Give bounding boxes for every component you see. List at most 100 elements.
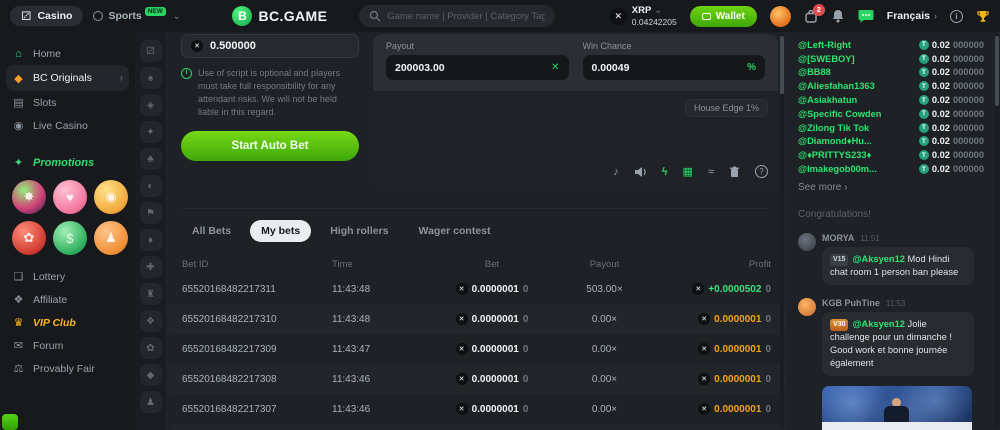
table-row[interactable]: 65520168482217309 11:43:47 ✕0.00000010 0… bbox=[168, 334, 785, 364]
game-icon[interactable]: ◆ bbox=[140, 364, 162, 386]
payout-value: 200003.00 bbox=[395, 62, 445, 74]
support-chat-button[interactable] bbox=[2, 414, 18, 430]
bet-id: 65520168482217308 bbox=[182, 374, 332, 385]
sidebar-item-vip-club[interactable]: ♛ VIP Club bbox=[0, 311, 135, 334]
see-more-link[interactable]: See more › bbox=[786, 176, 1000, 193]
game-icon[interactable]: ✦ bbox=[140, 121, 162, 143]
chat-bet-row[interactable]: @Imakegob00m...T0.02000000 bbox=[798, 162, 984, 176]
chat-toggle-button[interactable] bbox=[858, 9, 874, 23]
language-selector[interactable]: Français › bbox=[887, 10, 937, 22]
xrp-coin-icon: ✕ bbox=[692, 283, 704, 295]
sound-icon[interactable] bbox=[634, 166, 647, 178]
chat-scrollbar[interactable] bbox=[995, 34, 999, 428]
sports-toggle-button[interactable]: Sports NEW ⌄ bbox=[93, 10, 180, 22]
value: 0.0000001 bbox=[714, 344, 761, 355]
chat-bet-row[interactable]: @Left-RightT0.02000000 bbox=[798, 38, 984, 52]
music-icon[interactable]: ♪ bbox=[613, 166, 619, 178]
avatar[interactable] bbox=[798, 298, 816, 316]
promo-spin-wheel-icon[interactable]: ✸ bbox=[12, 180, 46, 214]
game-icon[interactable]: ♣ bbox=[140, 148, 162, 170]
chat-bet-row[interactable]: @Specific CowdenT0.02000000 bbox=[798, 107, 984, 121]
stats-wave-icon[interactable]: ≈ bbox=[708, 166, 714, 178]
casino-toggle-button[interactable]: ⚂ Casino bbox=[10, 6, 83, 26]
tab-all-bets[interactable]: All Bets bbox=[181, 220, 242, 242]
table-row[interactable]: 65520168482217311 11:43:48 ✕0.00000010 5… bbox=[168, 274, 785, 304]
win-chance-input[interactable]: 0.00049 % bbox=[583, 55, 766, 80]
game-icon[interactable]: ⚂ bbox=[140, 40, 162, 62]
game-icon[interactable]: ♟ bbox=[140, 391, 162, 413]
promo-character-icon[interactable]: ♟ bbox=[94, 221, 128, 255]
mention[interactable]: @Aksyen12 bbox=[852, 254, 904, 264]
main-scrollbar[interactable] bbox=[780, 34, 784, 428]
sidebar-item-bc-originals[interactable]: ◆ BC Originals › bbox=[6, 65, 129, 91]
sidebar-item-live-casino[interactable]: ◉ Live Casino bbox=[0, 114, 135, 137]
bet-amount: T0.02000000 bbox=[919, 40, 984, 50]
game-icon[interactable]: ♦ bbox=[140, 229, 162, 251]
table-row[interactable]: 65520168482217308 11:43:46 ✕0.00000010 0… bbox=[168, 364, 785, 394]
chat-bet-row[interactable]: @BB88T0.02000000 bbox=[798, 66, 984, 80]
table-row[interactable]: 65520168482217310 11:43:48 ✕0.00000010 0… bbox=[168, 304, 785, 334]
tab-wager-contest[interactable]: Wager contest bbox=[408, 220, 502, 242]
game-icon[interactable]: ♜ bbox=[140, 283, 162, 305]
game-icon[interactable]: ❖ bbox=[140, 310, 162, 332]
chat-image[interactable]: Let's screw it up 👍 bbox=[822, 386, 972, 430]
wallet-button[interactable]: Wallet bbox=[690, 6, 757, 27]
game-icon[interactable]: ⚑ bbox=[140, 202, 162, 224]
sidebar-item-lottery[interactable]: ❏ Lottery bbox=[0, 265, 135, 288]
game-icon[interactable]: ◈ bbox=[140, 94, 162, 116]
promo-gifts-icon[interactable]: ✿ bbox=[12, 221, 46, 255]
table-row[interactable]: 65520168482217306 11:43:45 ✕0.00000010 0… bbox=[168, 424, 785, 430]
start-auto-bet-button[interactable]: Start Auto Bet bbox=[181, 131, 359, 161]
tab-my-bets[interactable]: My bets bbox=[250, 220, 311, 242]
turbo-icon[interactable]: ϟ bbox=[662, 166, 668, 178]
chat-bet-row[interactable]: @AsiakhatunT0.02000000 bbox=[798, 93, 984, 107]
sidebar-item-promotions[interactable]: ✦ Promotions bbox=[0, 151, 135, 174]
search-input[interactable] bbox=[387, 11, 545, 22]
bet-amount: T0.02000000 bbox=[919, 150, 984, 160]
sidebar-item-affiliate[interactable]: ❖ Affiliate bbox=[0, 288, 135, 311]
message-username[interactable]: KGB PuhTine bbox=[822, 298, 880, 308]
chat-bet-row[interactable]: @♦PRITTYS233♦T0.02000000 bbox=[798, 148, 984, 162]
message-username[interactable]: MORYA bbox=[822, 233, 854, 243]
value: 0.02 bbox=[932, 81, 950, 91]
scrollbar-thumb[interactable] bbox=[995, 36, 999, 106]
scrollbar-thumb[interactable] bbox=[780, 36, 784, 94]
game-icon[interactable]: ◐ bbox=[140, 175, 162, 197]
mention[interactable]: @Aksyen12 bbox=[852, 319, 904, 329]
user-avatar[interactable] bbox=[770, 6, 791, 27]
hotkeys-grid-icon[interactable]: ▦ bbox=[683, 165, 693, 178]
sidebar-item-forum[interactable]: ✉ Forum bbox=[0, 334, 135, 357]
search-bar[interactable] bbox=[359, 5, 555, 27]
game-icon[interactable]: ✚ bbox=[140, 256, 162, 278]
help-icon[interactable]: ? bbox=[755, 165, 768, 178]
payout-input[interactable]: 200003.00 ✕ bbox=[386, 55, 569, 80]
currency-code: XRP bbox=[632, 5, 652, 16]
value-dim: 0 bbox=[765, 344, 771, 355]
info-icon[interactable]: i bbox=[950, 10, 963, 23]
chat-bet-row[interactable]: @Zilong Tik TokT0.02000000 bbox=[798, 121, 984, 135]
usdt-coin-icon: T bbox=[919, 123, 929, 133]
chat-bet-row[interactable]: @Diamond♦Hu...T0.02000000 bbox=[798, 135, 984, 149]
sidebar-item-slots[interactable]: ▤ Slots bbox=[0, 91, 135, 114]
bet-amount-field[interactable]: ✕ 0.500000 bbox=[181, 34, 359, 58]
slots-icon: ▤ bbox=[12, 96, 25, 109]
currency-selector[interactable]: ✕ XRP ⌄ 0.04242205 bbox=[610, 5, 677, 27]
chat-bet-row[interactable]: @[SWEBOY]T0.02000000 bbox=[798, 52, 984, 66]
game-icon[interactable]: ✿ bbox=[140, 337, 162, 359]
promo-coins-icon[interactable]: ◉ bbox=[94, 180, 128, 214]
dice-icon: ⚂ bbox=[21, 10, 31, 22]
notifications-button[interactable] bbox=[831, 9, 845, 23]
tournament-button[interactable] bbox=[976, 10, 990, 23]
sidebar-item-home[interactable]: ⌂ Home bbox=[0, 42, 135, 65]
rewards-button[interactable]: 2 bbox=[804, 10, 818, 23]
sidebar-item-provably-fair[interactable]: ⚖ Provably Fair bbox=[0, 357, 135, 380]
trash-icon[interactable] bbox=[729, 166, 740, 178]
chat-bet-row[interactable]: @Aliesfahan1363T0.02000000 bbox=[798, 79, 984, 93]
game-icon[interactable]: ♠ bbox=[140, 67, 162, 89]
bcgame-logo[interactable]: B BC.GAME bbox=[232, 6, 327, 26]
table-row[interactable]: 65520168482217307 11:43:46 ✕0.00000010 0… bbox=[168, 394, 785, 424]
tab-high-rollers[interactable]: High rollers bbox=[319, 220, 399, 242]
promo-piggy-icon[interactable]: ♥ bbox=[53, 180, 87, 214]
promo-money-bag-icon[interactable]: $ bbox=[53, 221, 87, 255]
avatar[interactable] bbox=[798, 233, 816, 251]
